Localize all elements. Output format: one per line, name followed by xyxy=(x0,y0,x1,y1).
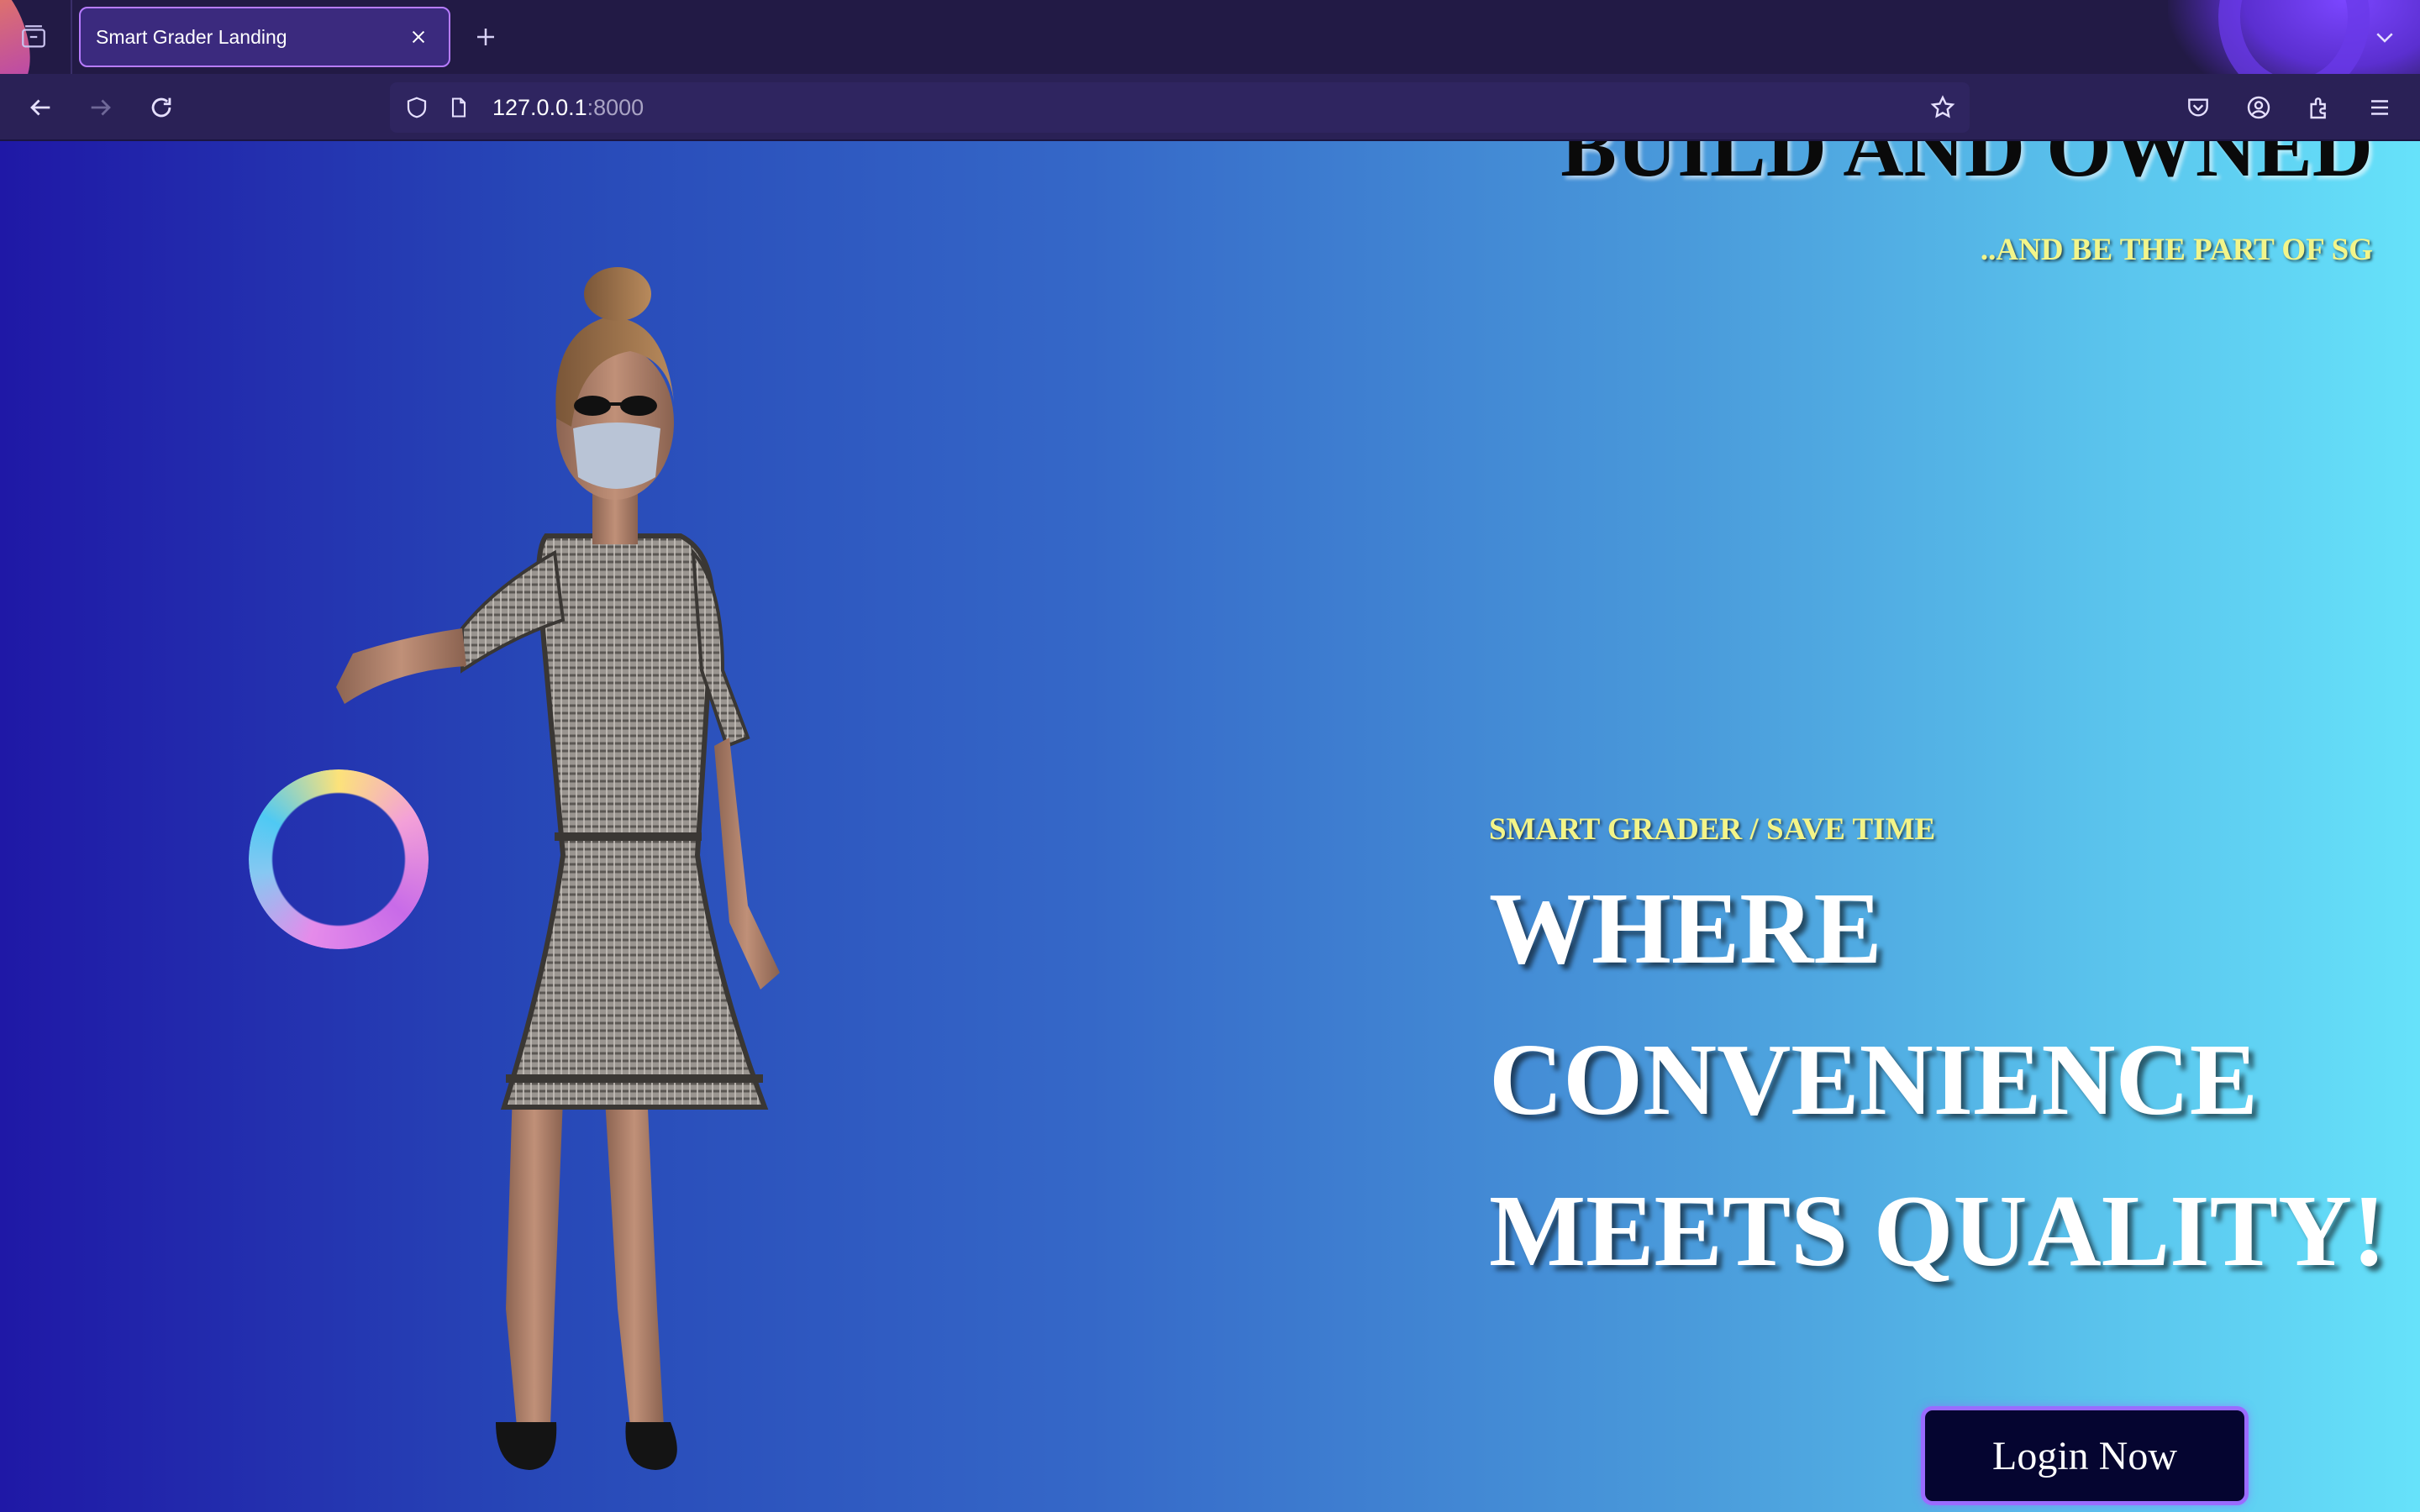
hero-subheading: ..AND BE THE PART OF SG xyxy=(1980,233,2373,267)
browser-navigation-bar: 127.0.0.1:8000 xyxy=(0,74,2420,141)
login-now-button[interactable]: Login Now xyxy=(1921,1406,2249,1505)
url-text: 127.0.0.1:8000 xyxy=(492,94,644,121)
back-button[interactable] xyxy=(20,87,60,128)
forward-button[interactable] xyxy=(81,87,121,128)
star-icon xyxy=(1930,95,1955,118)
headline: WHERE CONVENIENCE MEETS QUALITY! xyxy=(1489,853,2386,1307)
reload-icon xyxy=(151,97,171,118)
headline-line-3: MEETS QUALITY! xyxy=(1489,1174,2386,1288)
tab-overflow-button[interactable] xyxy=(2366,18,2403,55)
back-arrow-icon xyxy=(30,99,50,116)
reload-button[interactable] xyxy=(141,87,182,128)
tagline: SMART GRADER / SAVE TIME xyxy=(1489,812,1936,847)
address-bar[interactable]: 127.0.0.1:8000 xyxy=(390,82,1970,133)
headline-line-2: CONVENIENCE xyxy=(1489,1023,2259,1137)
extensions-button[interactable] xyxy=(2299,87,2339,128)
tab-list-icon xyxy=(22,25,45,48)
tracking-protection-button[interactable] xyxy=(402,92,432,123)
active-tab[interactable]: Smart Grader Landing xyxy=(79,7,450,67)
tab-title: Smart Grader Landing xyxy=(96,25,287,48)
tab-close-button[interactable] xyxy=(403,22,434,52)
headline-line-1: WHERE xyxy=(1489,872,1882,985)
hero-heading: BUILD AND OWNED xyxy=(1560,141,2373,194)
extensions-icon xyxy=(2310,97,2326,119)
app-menu-button[interactable] xyxy=(2360,87,2400,128)
pocket-button[interactable] xyxy=(2178,87,2218,128)
landing-page: BUILD AND OWNED ..AND BE THE PART OF SG … xyxy=(0,141,2420,1512)
theme-decoration-ring xyxy=(2218,0,2370,74)
account-button[interactable] xyxy=(2238,87,2279,128)
tab-list-button[interactable] xyxy=(12,15,55,59)
page-icon xyxy=(451,97,466,118)
account-icon xyxy=(2247,96,2270,119)
url-port: :8000 xyxy=(587,95,644,120)
hamburger-menu-icon xyxy=(2371,100,2388,115)
tab-divider xyxy=(71,0,72,74)
chevron-down-icon xyxy=(2376,33,2393,43)
site-info-button[interactable] xyxy=(444,92,474,123)
close-icon xyxy=(412,30,425,44)
plus-icon xyxy=(477,29,494,45)
forward-arrow-icon xyxy=(91,99,111,116)
bookmark-button[interactable] xyxy=(1926,91,1960,124)
url-host: 127.0.0.1 xyxy=(492,95,587,120)
pocket-icon xyxy=(2188,98,2208,117)
shield-icon xyxy=(407,97,427,118)
loading-ring-graphic xyxy=(249,769,429,949)
browser-tab-bar: Smart Grader Landing xyxy=(0,0,2420,74)
new-tab-button[interactable] xyxy=(467,18,504,55)
